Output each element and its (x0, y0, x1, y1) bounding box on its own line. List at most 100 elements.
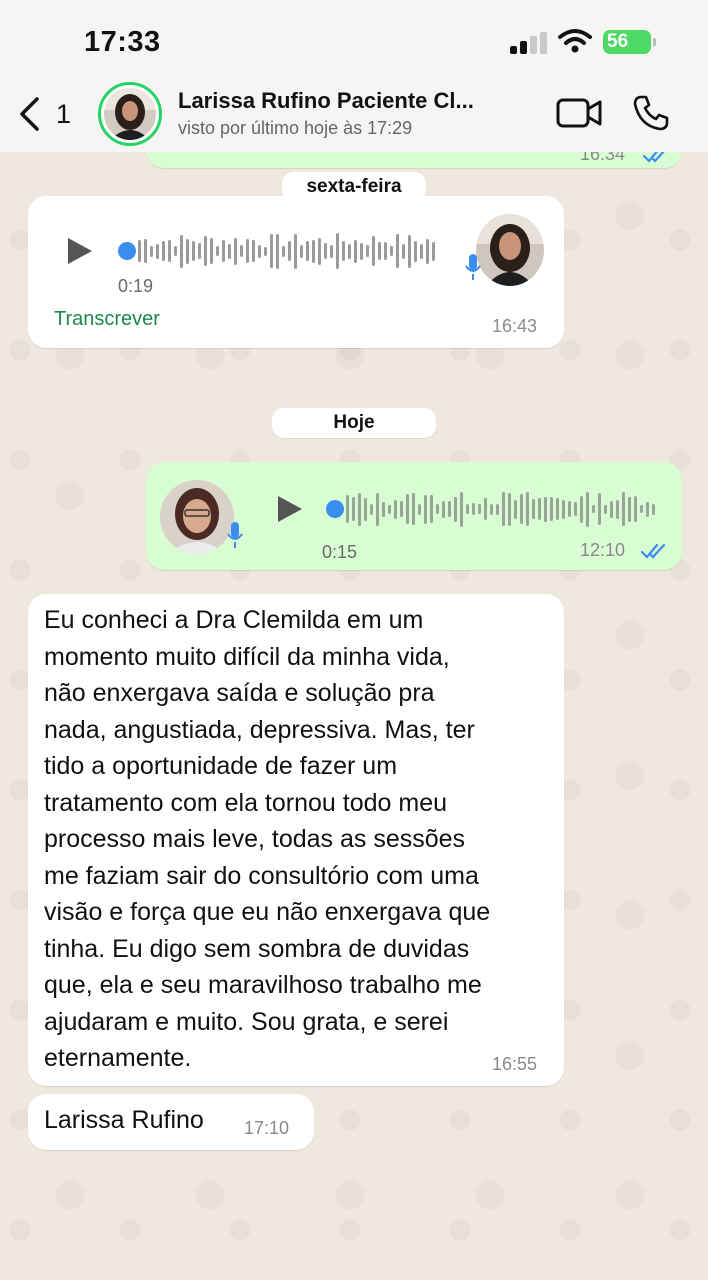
waveform-bar (364, 497, 367, 521)
waveform-bar (478, 504, 481, 514)
waveform-bar (426, 238, 429, 264)
waveform-bar (408, 234, 411, 268)
waveform-bar (370, 503, 373, 515)
message-text: Larissa Rufino (44, 1106, 204, 1134)
play-icon[interactable] (276, 494, 304, 524)
unread-count: 1 (56, 98, 72, 129)
waveform-bar (276, 233, 279, 269)
waveform-bar (222, 240, 225, 262)
waveform-bar (234, 237, 237, 265)
waveform-bar (372, 236, 375, 266)
waveform-bar (162, 241, 165, 261)
waveform-bar (138, 240, 141, 262)
mic-icon (465, 254, 481, 280)
incoming-text-message[interactable]: Eu conheci a Dra Clemilda em um momento … (28, 594, 564, 1086)
waveform-bar (442, 500, 445, 518)
waveform-bar (460, 491, 463, 527)
waveform-bar (420, 243, 423, 259)
back-chevron-icon (20, 97, 39, 131)
waveform-bar (472, 503, 475, 515)
waveform-bar (634, 496, 637, 522)
waveform-bar (466, 504, 469, 514)
waveform-bar (144, 239, 147, 263)
message-time: 12:10 (580, 540, 626, 560)
waveform-bar (580, 495, 583, 523)
waveform-bar (228, 243, 231, 259)
waveform-bar (400, 501, 403, 517)
waveform-bar (508, 492, 511, 526)
signal-icon (510, 32, 548, 54)
waveform-bar (376, 492, 379, 526)
battery-icon: 56 (603, 30, 656, 54)
waveform-bar (604, 504, 607, 514)
waveform-bar (306, 241, 309, 261)
last-seen-status: visto por último hoje às 17:29 (178, 118, 413, 138)
waveform-bar (384, 242, 387, 260)
chat-header: 17:33 56 1 Larissa Rufino Paciente Cl...… (0, 0, 708, 152)
waveform-bar (354, 239, 357, 263)
waveform-bar (430, 495, 433, 523)
chat-area[interactable]: 16:34 sexta-feira 0:19 Transcrever 16:43… (0, 0, 708, 1280)
waveform-bar (388, 504, 391, 514)
message-time: 16:43 (492, 316, 538, 336)
waveform-bar (186, 238, 189, 264)
waveform-bar (382, 501, 385, 517)
voice-duration: 0:15 (322, 542, 358, 562)
waveform-bar (394, 499, 397, 519)
waveform-bar (150, 245, 153, 257)
contact-avatar[interactable] (98, 82, 162, 146)
waveform-bar (502, 492, 505, 526)
waveform-bar (330, 244, 333, 258)
waveform-bar (216, 246, 219, 256)
video-call-icon[interactable] (556, 97, 602, 129)
waveform-bar (532, 499, 535, 519)
waveform-bar (622, 492, 625, 526)
play-icon[interactable] (66, 236, 94, 266)
incoming-text-message[interactable]: Larissa Rufino 17:10 (28, 1094, 314, 1150)
waveform-bar (348, 243, 351, 259)
waveform-bar (210, 238, 213, 264)
waveform-bar (300, 244, 303, 258)
incoming-voice-message[interactable]: 0:19 Transcrever 16:43 (28, 196, 564, 348)
waveform-bar (270, 234, 273, 268)
waveform-bar (538, 498, 541, 520)
playback-position-dot[interactable] (326, 500, 344, 518)
waveform-bar (204, 236, 207, 266)
waveform-bar (192, 241, 195, 261)
waveform-bar (156, 243, 159, 259)
outgoing-voice-message[interactable]: 0:15 12:10 (146, 462, 682, 570)
waveform-bar (168, 240, 171, 262)
waveform-bar (264, 246, 267, 256)
transcribe-link[interactable]: Transcrever (54, 308, 160, 331)
waveform-bar (432, 241, 435, 261)
sender-avatar (160, 480, 234, 554)
playback-position-dot[interactable] (118, 242, 136, 260)
waveform-bar (312, 239, 315, 263)
waveform-bar (318, 237, 321, 265)
waveform-bar (174, 246, 177, 256)
waveform-bar (586, 491, 589, 527)
waveform-bar (628, 496, 631, 522)
waveform-bar (324, 243, 327, 259)
waveform-bar (180, 234, 183, 268)
waveform-bar (418, 503, 421, 515)
waveform-bar (436, 504, 439, 514)
waveform-bar (496, 503, 499, 515)
status-bar-time: 17:33 (84, 26, 161, 58)
waveform-bar (252, 240, 255, 262)
waveform-bar (346, 495, 349, 523)
waveform-bar (342, 241, 345, 261)
waveform-bar (568, 501, 571, 517)
waveform-bar (598, 493, 601, 525)
waveform-bar (556, 498, 559, 520)
audio-waveform[interactable] (346, 489, 655, 529)
message-time: 16:55 (492, 1054, 538, 1074)
message-text: Eu conheci a Dra Clemilda em um momento … (44, 606, 491, 1072)
back-button[interactable]: 1 (18, 96, 71, 132)
waveform-bar (366, 245, 369, 257)
audio-waveform[interactable] (138, 231, 435, 271)
contact-name[interactable]: Larissa Rufino Paciente Cl... (178, 88, 498, 114)
waveform-bar (246, 239, 249, 263)
phone-icon[interactable] (632, 94, 670, 132)
waveform-bar (484, 498, 487, 520)
